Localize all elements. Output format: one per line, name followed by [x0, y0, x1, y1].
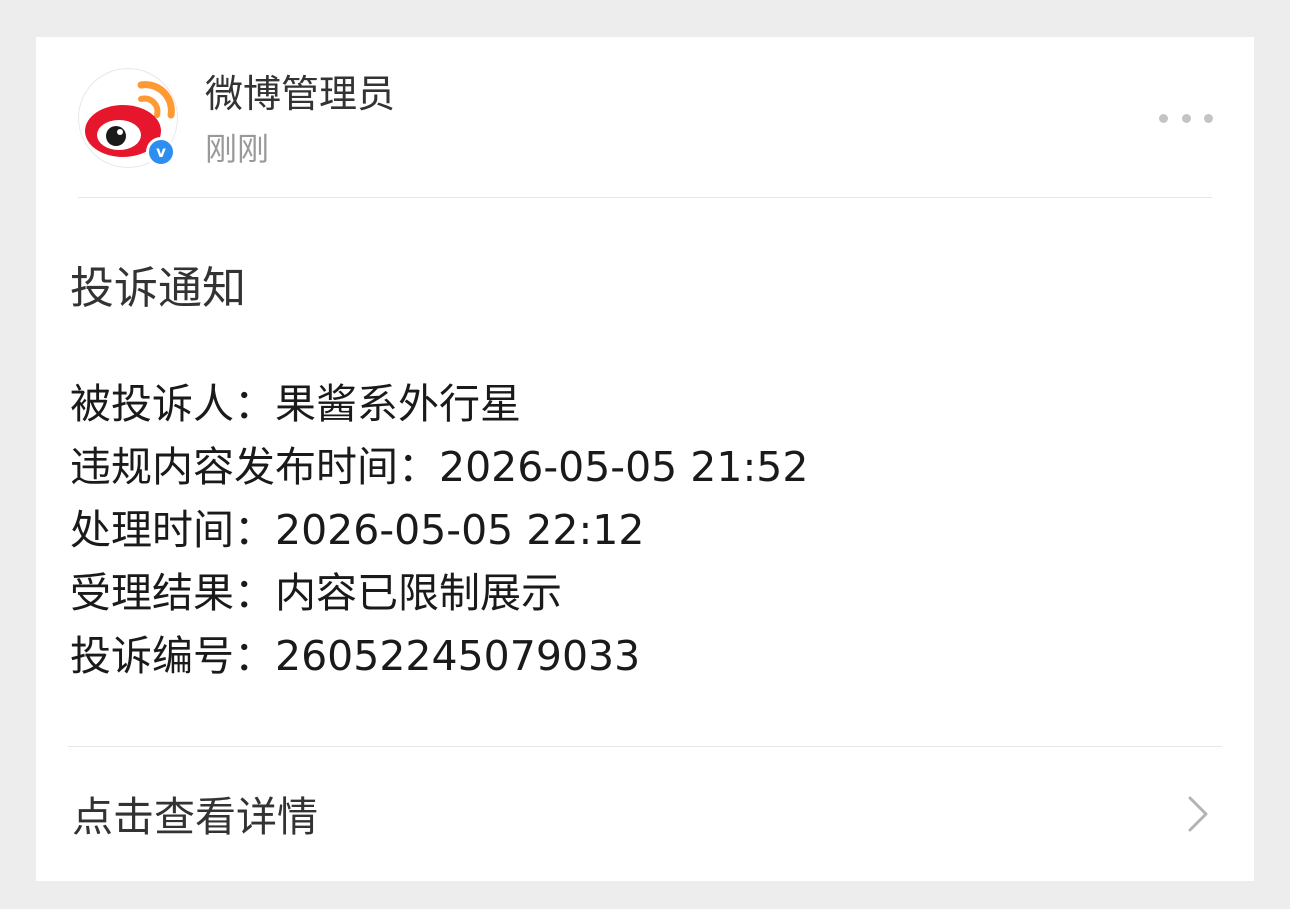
detail-label: 处理时间：: [70, 506, 275, 554]
detail-row-complaint-id: 投诉编号：26052245079033: [70, 625, 808, 688]
detail-value: 果酱系外行星: [275, 380, 521, 428]
more-dot-icon: [1181, 113, 1191, 123]
detail-row-publish-time: 违规内容发布时间：2026-05-05 21:52: [70, 436, 808, 499]
divider: [78, 197, 1212, 198]
detail-row-process-time: 处理时间：2026-05-05 22:12: [70, 499, 808, 562]
detail-value: 26052245079033: [275, 632, 641, 680]
view-details-label: 点击查看详情: [72, 793, 318, 841]
sender-name[interactable]: 微博管理员: [205, 69, 395, 119]
detail-row-respondent: 被投诉人：果酱系外行星: [70, 373, 808, 436]
timestamp: 刚刚: [205, 130, 270, 168]
chevron-right-icon: [1188, 796, 1208, 832]
detail-value: 2026-05-05 22:12: [275, 506, 645, 554]
detail-row-result: 受理结果：内容已限制展示: [70, 562, 808, 625]
detail-label: 被投诉人：: [70, 380, 275, 428]
verified-badge-icon: v: [146, 137, 176, 167]
detail-label: 受理结果：: [70, 569, 275, 617]
more-dot-icon: [1159, 113, 1168, 123]
notice-details: 被投诉人：果酱系外行星 违规内容发布时间：2026-05-05 21:52 处理…: [70, 373, 808, 688]
more-options-button[interactable]: [1156, 105, 1216, 131]
detail-value: 内容已限制展示: [275, 569, 562, 617]
detail-value: 2026-05-05 21:52: [439, 443, 809, 491]
detail-label: 违规内容发布时间：: [70, 443, 439, 491]
more-dot-icon: [1204, 113, 1213, 123]
detail-label: 投诉编号：: [70, 632, 275, 680]
view-details-button[interactable]: 点击查看详情: [36, 747, 1254, 881]
notice-title: 投诉通知: [70, 263, 246, 314]
notification-card: v 微博管理员 刚刚 投诉通知 被投诉人：果酱系外行星 违规内容发布时间：202…: [36, 37, 1254, 881]
